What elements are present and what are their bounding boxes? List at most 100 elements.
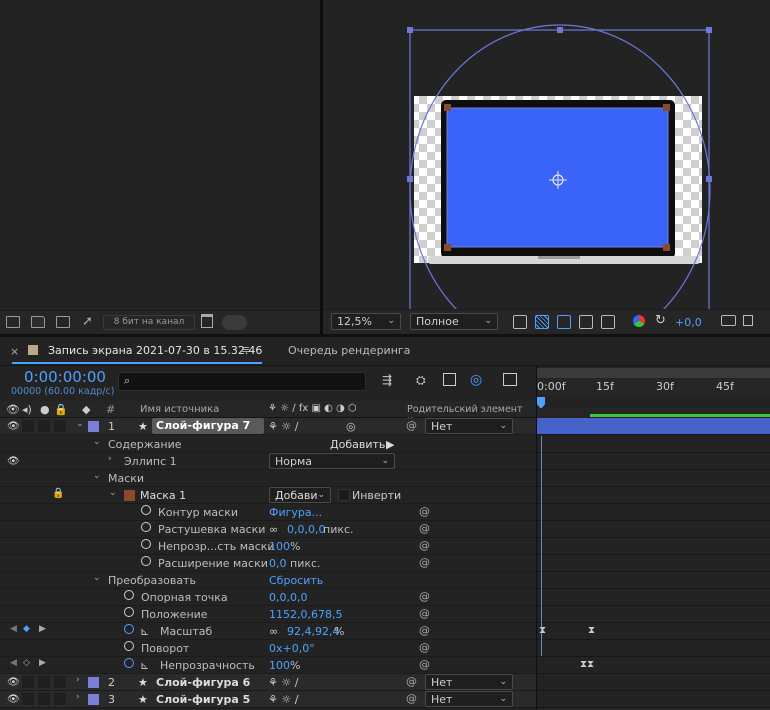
tab-menu-icon[interactable]: ≡ bbox=[241, 343, 250, 356]
blend-mode-dropdown[interactable]: Норма ⌄ bbox=[269, 453, 395, 469]
layer-name[interactable]: Слой-фигура 6 bbox=[156, 676, 250, 689]
position-value[interactable]: 1152,0,678,5 bbox=[269, 608, 342, 621]
draft-3d-icon[interactable]: ⛭ bbox=[416, 373, 426, 388]
expand-chevron-right-icon[interactable]: › bbox=[108, 454, 112, 464]
constrain-link-icon[interactable]: ∞ bbox=[269, 523, 278, 536]
expand-chevron-icon[interactable]: ⌄ bbox=[109, 488, 117, 498]
motion-blur-switch-icon[interactable]: ◎ bbox=[346, 420, 356, 433]
mask-path-row[interactable]: Контур маски Фигура... @ bbox=[0, 504, 536, 521]
stopwatch-icon[interactable] bbox=[124, 590, 134, 600]
toggle-switch[interactable] bbox=[222, 315, 247, 330]
stopwatch-icon[interactable] bbox=[124, 607, 134, 617]
eye-icon[interactable]: 👁 bbox=[7, 456, 20, 467]
solo-toggle[interactable] bbox=[38, 693, 50, 705]
prev-keyframe-icon[interactable]: ◀ bbox=[10, 658, 17, 668]
lock-toggle[interactable] bbox=[54, 676, 66, 688]
layer-label-color[interactable] bbox=[88, 677, 99, 688]
masks-group-row[interactable]: ⌄ Маски bbox=[0, 470, 536, 487]
layer-name[interactable]: Слой-фигура 5 bbox=[156, 693, 250, 706]
opacity-value[interactable]: 100 bbox=[269, 659, 290, 672]
motion-blur-icon[interactable]: ◎ bbox=[470, 372, 482, 388]
audio-toggle[interactable] bbox=[22, 420, 34, 432]
video-eye-icon[interactable]: 👁 bbox=[6, 403, 20, 416]
solo-toggle[interactable] bbox=[38, 420, 50, 432]
column-source-name[interactable]: Имя источника bbox=[140, 404, 219, 415]
pick-whip-icon[interactable]: @ bbox=[419, 658, 430, 671]
current-timecode[interactable]: 0:00:00:00 bbox=[24, 368, 106, 386]
expand-chevron-right-icon[interactable]: › bbox=[76, 692, 80, 702]
opacity-row[interactable]: ◀ ◇ ▶ ⊾ Непрозрачность 100 % @ bbox=[0, 657, 536, 674]
camera-snapshot-icon[interactable] bbox=[721, 315, 736, 326]
layer-label-color[interactable] bbox=[88, 421, 99, 432]
layer-row[interactable]: 👁 › 2 ★ Слой-фигура 6 ⚘ ☼ ∕ @ Нет ⌄ bbox=[0, 674, 536, 691]
mask-opacity-value[interactable]: 100 bbox=[269, 540, 290, 553]
work-area-bar[interactable] bbox=[537, 368, 770, 378]
mask-visibility-icon[interactable] bbox=[557, 315, 571, 329]
stopwatch-icon[interactable] bbox=[141, 505, 151, 515]
audio-toggle[interactable] bbox=[22, 693, 34, 705]
close-icon[interactable]: × bbox=[10, 345, 19, 358]
show-snapshot-icon[interactable] bbox=[743, 315, 753, 326]
mask-mode-dropdown[interactable]: Добави ⌄ bbox=[269, 487, 331, 503]
keyframe-marker-icon[interactable]: ⧗⧗ bbox=[580, 659, 594, 670]
pick-whip-icon[interactable]: @ bbox=[406, 419, 417, 432]
mask-row[interactable]: 🔒 ⌄ Маска 1 Добави ⌄ Инверти bbox=[0, 487, 536, 504]
mask-feather-value[interactable]: 0,0,0,0 bbox=[287, 523, 325, 536]
channel-icon[interactable] bbox=[633, 315, 645, 327]
graph-icon[interactable]: ⊾ bbox=[140, 625, 149, 638]
rotation-value[interactable]: 0x+0,0° bbox=[269, 642, 315, 655]
graph-editor-icon[interactable] bbox=[503, 373, 517, 386]
invert-checkbox[interactable] bbox=[338, 489, 350, 501]
time-ruler[interactable]: 0:00f 15f 30f 45f bbox=[537, 379, 770, 395]
stopwatch-active-icon[interactable] bbox=[124, 658, 134, 668]
eye-icon[interactable]: 👁 bbox=[7, 694, 20, 705]
anchor-point-row[interactable]: Опорная точка 0,0,0,0 @ bbox=[0, 589, 536, 606]
next-keyframe-icon[interactable]: ▶ bbox=[39, 658, 46, 668]
parent-dropdown[interactable]: Нет ⌄ bbox=[425, 418, 513, 434]
stopwatch-icon[interactable] bbox=[141, 522, 151, 532]
layer-label-color[interactable] bbox=[88, 694, 99, 705]
parent-dropdown[interactable]: Нет ⌄ bbox=[425, 691, 513, 707]
bit-depth-button[interactable]: 8 бит на канал bbox=[103, 315, 195, 330]
transform-group-row[interactable]: ⌄ Преобразовать Сбросить bbox=[0, 572, 536, 589]
add-button[interactable]: Добавить: bbox=[330, 438, 389, 451]
solo-toggle[interactable] bbox=[38, 676, 50, 688]
tab-composition[interactable]: Запись экрана 2021-07-30 в 15.32.46 bbox=[48, 344, 262, 357]
next-keyframe-icon[interactable]: ▶ bbox=[39, 624, 46, 634]
region-of-interest-icon[interactable] bbox=[579, 315, 593, 329]
eye-icon[interactable]: 👁 bbox=[7, 421, 20, 432]
mask-expansion-row[interactable]: Расширение маски 0,0 пикс. @ bbox=[0, 555, 536, 572]
mask-expansion-value[interactable]: 0,0 bbox=[269, 557, 287, 570]
solo-icon[interactable]: ● bbox=[40, 403, 50, 416]
constrain-link-icon[interactable]: ∞ bbox=[269, 625, 278, 638]
resolution-dropdown[interactable]: Полное ⌄ bbox=[410, 313, 498, 330]
search-input[interactable]: ⌕ bbox=[118, 372, 366, 391]
zoom-dropdown[interactable]: 12,5% ⌄ bbox=[331, 313, 401, 330]
position-row[interactable]: Положение 1152,0,678,5 @ bbox=[0, 606, 536, 623]
pick-whip-icon[interactable]: @ bbox=[419, 590, 430, 603]
expand-chevron-right-icon[interactable]: › bbox=[76, 675, 80, 685]
layer-switches-icons[interactable]: ⚘ ☼ ∕ bbox=[268, 693, 298, 706]
expand-chevron-icon[interactable]: ⌄ bbox=[93, 471, 101, 481]
expand-chevron-icon[interactable]: ⌄ bbox=[93, 437, 101, 447]
grid-guides-icon[interactable] bbox=[601, 315, 615, 329]
stopwatch-active-icon[interactable] bbox=[124, 624, 134, 634]
layer-row[interactable]: 👁 › 3 ★ Слой-фигура 5 ⚘ ☼ ∕ @ Нет ⌄ bbox=[0, 691, 536, 708]
scale-row[interactable]: ◀ ◆ ▶ ⊾ Масштаб ∞ 92,4,92,4 % @ bbox=[0, 623, 536, 640]
pick-whip-icon[interactable]: @ bbox=[406, 675, 417, 688]
contents-group-row[interactable]: ⌄ Содержание Добавить: ▶ bbox=[0, 436, 536, 453]
trash-icon[interactable] bbox=[201, 314, 213, 328]
layer-switches-icons[interactable]: ⚘ ☼ ∕ bbox=[268, 420, 298, 433]
new-folder-icon[interactable] bbox=[31, 316, 45, 328]
label-tag-icon[interactable]: ◆ bbox=[82, 403, 90, 416]
render-queue-icon[interactable]: ➚ bbox=[82, 314, 93, 329]
audio-toggle[interactable] bbox=[22, 676, 34, 688]
interpret-footage-icon[interactable] bbox=[6, 316, 20, 328]
frame-blending-icon[interactable] bbox=[443, 373, 456, 386]
composition-viewer[interactable] bbox=[323, 0, 770, 334]
graph-icon[interactable]: ⊾ bbox=[140, 659, 149, 672]
eye-icon[interactable]: 👁 bbox=[7, 677, 20, 688]
pick-whip-icon[interactable]: @ bbox=[419, 556, 430, 569]
exposure-value[interactable]: +0,0 bbox=[675, 316, 702, 329]
layer-switches-icons[interactable]: ⚘ ☼ ∕ bbox=[268, 676, 298, 689]
